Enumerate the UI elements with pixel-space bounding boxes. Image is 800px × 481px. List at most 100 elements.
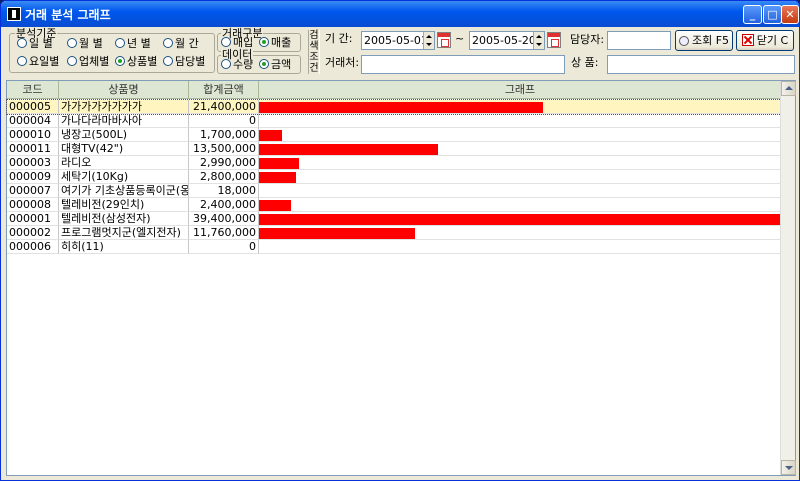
amount-bar (259, 158, 299, 169)
basis-radio-5[interactable]: 업체별 (67, 56, 109, 68)
manager-label: 담당자: (570, 33, 605, 46)
table-row[interactable]: 000008 텔레비전(29인치) 2,400,000 (7, 198, 781, 212)
header-total-amount[interactable]: 합계금액 (189, 81, 259, 99)
product-name-cell: 대형TV(42") (59, 142, 189, 156)
customer-label: 거래처: (325, 56, 360, 69)
table-row[interactable]: 000006 히히(11) 0 (7, 240, 781, 254)
amount-bar (259, 130, 282, 141)
product-field[interactable] (607, 55, 795, 74)
table-row[interactable]: 000007 여기가 기초상품등록이군(옹 18,000 (7, 184, 781, 198)
radio-circle-icon (163, 38, 173, 48)
code-cell: 000005 (7, 100, 59, 114)
header-code[interactable]: 코드 (7, 81, 59, 99)
product-name-cell: 세탁기(10Kg) (59, 170, 189, 184)
product-name-cell: 냉장고(500L) (59, 128, 189, 142)
scroll-up-button[interactable] (781, 81, 796, 96)
radio-circle-icon (67, 38, 77, 48)
product-name-cell: 여기가 기초상품등록이군(옹 (59, 184, 189, 198)
product-name-cell: 히히(11) (59, 240, 189, 254)
table-row[interactable]: 000003 라디오 2,990,000 (7, 156, 781, 170)
basis-radio-7[interactable]: 담당별 (163, 56, 205, 68)
period-separator: ~ (455, 32, 465, 45)
data-radio-amount[interactable]: 금액 (259, 59, 291, 71)
amount-cell: 39,400,000 (189, 212, 259, 226)
vertical-scrollbar[interactable] (780, 81, 796, 475)
graph-cell (259, 114, 781, 128)
code-cell: 000003 (7, 156, 59, 170)
header-graph[interactable]: 그래프 (259, 81, 781, 99)
maximize-button[interactable]: □ (763, 5, 782, 24)
table-row[interactable]: 000009 세탁기(10Kg) 2,800,000 (7, 170, 781, 184)
basis-radio-6-label: 상품별 (127, 55, 158, 68)
amount-bar (259, 172, 296, 183)
calendar-to-icon[interactable] (547, 32, 561, 48)
amount-bar (259, 144, 438, 155)
trade-radio-purchase[interactable]: 매입 (221, 37, 253, 49)
amount-cell: 21,400,000 (189, 100, 259, 114)
data-radio-quantity[interactable]: 수량 (221, 59, 253, 71)
radio-circle-icon (221, 37, 231, 47)
minimize-button[interactable]: _ (743, 5, 762, 24)
product-label: 상 품: (571, 56, 599, 69)
radio-circle-icon (67, 56, 77, 66)
table-row[interactable]: 000002 프로그램멋지군(엘지전자) 11,760,000 (7, 226, 781, 240)
table-row[interactable]: 000001 텔레비전(삼성전자) 39,400,000 (7, 212, 781, 226)
data-radio-amount-label: 금액 (271, 58, 292, 71)
period-to-value: 2005-05-20 (472, 34, 536, 47)
app-icon (7, 7, 21, 21)
table-row[interactable]: 000004 가나다라마바사아 0 (7, 114, 781, 128)
basis-radio-0[interactable]: 일 별 (17, 38, 53, 50)
header-product-name[interactable]: 상품명 (59, 81, 189, 99)
customer-field[interactable] (361, 55, 565, 74)
close-button-label: 닫기 C (756, 34, 789, 47)
code-cell: 000010 (7, 128, 59, 142)
code-cell: 000006 (7, 240, 59, 254)
radio-circle-icon (259, 37, 269, 47)
amount-cell: 2,800,000 (189, 170, 259, 184)
radio-circle-icon (163, 56, 173, 66)
basis-radio-4[interactable]: 요일별 (17, 56, 59, 68)
code-cell: 000008 (7, 198, 59, 212)
radio-circle-icon (221, 59, 231, 69)
trade-radio-sales[interactable]: 매출 (259, 37, 291, 49)
amount-cell: 0 (189, 114, 259, 128)
table-row[interactable]: 000010 냉장고(500L) 1,700,000 (7, 128, 781, 142)
calendar-from-icon[interactable] (437, 32, 451, 48)
search-button[interactable]: 조회 F5 (675, 30, 733, 51)
graph-cell (259, 212, 781, 226)
main-window: 거래 분석 그래프 _ □ ✕ 분석기준 일 별월 별년 별월 간 요일별 업체별 상… (0, 0, 800, 481)
amount-bar (259, 200, 291, 211)
period-to-spinner[interactable] (533, 32, 544, 49)
graph-cell (259, 184, 781, 198)
analysis-grid[interactable]: 코드 상품명 합계금액 그래프 000005 가가가가가가가가 21,400,000… (6, 80, 796, 476)
basis-radio-1-label: 월 별 (79, 37, 103, 50)
search-button-label: 조회 F5 (691, 34, 730, 47)
manager-field[interactable] (607, 31, 671, 50)
scroll-down-button[interactable] (781, 460, 796, 475)
basis-radio-6[interactable]: 상품별 (115, 56, 157, 68)
product-name-cell: 텔레비전(삼성전자) (59, 212, 189, 226)
code-cell: 000004 (7, 114, 59, 128)
graph-cell (259, 100, 781, 114)
basis-radio-1[interactable]: 월 별 (67, 38, 103, 50)
basis-radio-3[interactable]: 월 간 (163, 38, 199, 50)
table-row[interactable]: 000011 대형TV(42") 13,500,000 (7, 142, 781, 156)
close-window-button[interactable]: ✕ (781, 5, 799, 24)
period-from-value: 2005-05-01 (364, 34, 428, 47)
basis-radio-2[interactable]: 년 별 (115, 38, 151, 50)
product-name-cell: 라디오 (59, 156, 189, 170)
period-from-spinner[interactable] (423, 32, 434, 49)
amount-cell: 2,990,000 (189, 156, 259, 170)
table-row[interactable]: 000005 가가가가가가가가 21,400,000 (6, 99, 782, 115)
trade-radio-sales-label: 매출 (271, 36, 292, 49)
amount-cell: 18,000 (189, 184, 259, 198)
data-radio-quantity-label: 수량 (233, 58, 254, 71)
graph-cell (259, 170, 781, 184)
period-label: 기 간: (325, 32, 353, 45)
amount-cell: 11,760,000 (189, 226, 259, 240)
search-icon (678, 36, 689, 46)
close-button[interactable]: 닫기 C (736, 30, 794, 51)
basis-radio-4-label: 요일별 (29, 55, 60, 68)
product-name-cell: 텔레비전(29인치) (59, 198, 189, 212)
graph-cell (259, 226, 781, 240)
